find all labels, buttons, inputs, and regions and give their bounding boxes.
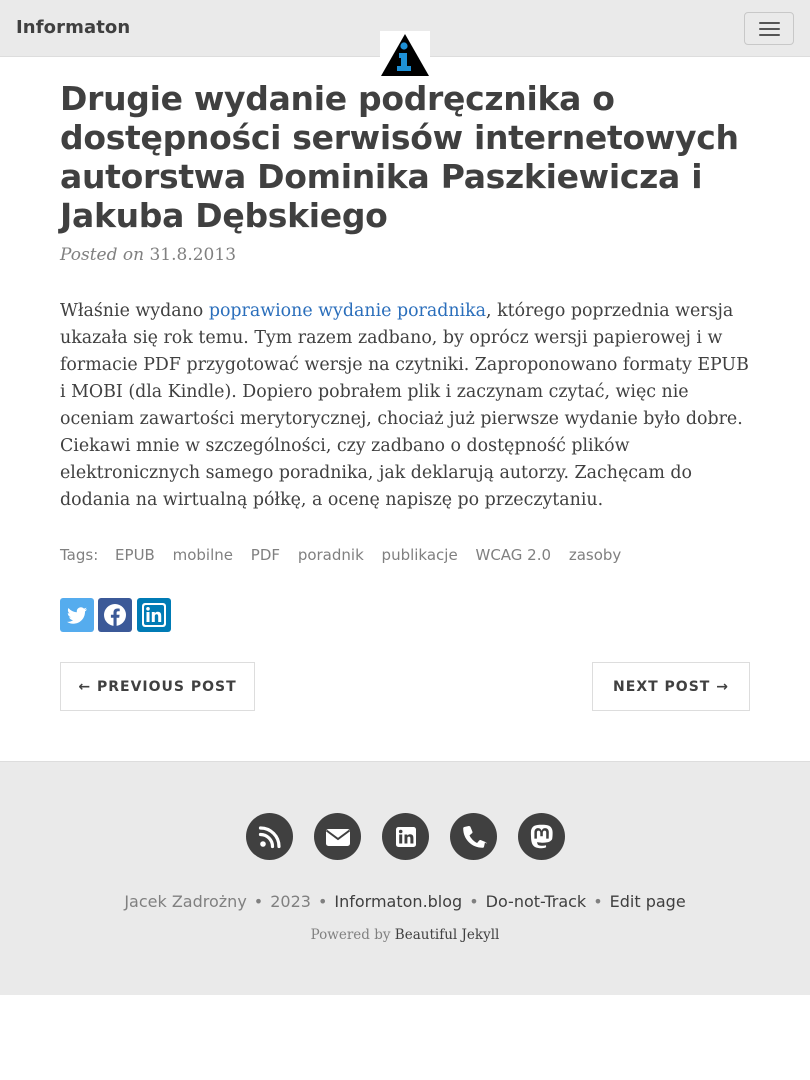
- twitter-icon: [67, 607, 87, 624]
- menu-bar: [759, 22, 780, 24]
- post-date: 31.8.2013: [149, 245, 237, 265]
- menu-bar: [759, 34, 780, 36]
- footer-phone-link[interactable]: [450, 813, 497, 860]
- footer-bullet: •: [469, 892, 479, 911]
- footer-bullet: •: [317, 892, 328, 911]
- footer-powered-by: Powered by Beautiful Jekyll: [0, 927, 810, 943]
- share-linkedin-button[interactable]: [137, 598, 171, 632]
- footer-bullet: •: [593, 892, 603, 911]
- tag-link[interactable]: poradnik: [298, 546, 364, 564]
- facebook-icon: [104, 604, 126, 626]
- next-post-button[interactable]: NEXT POST →: [592, 662, 750, 711]
- post-meta: Posted on 31.8.2013: [60, 245, 236, 265]
- envelope-icon: [325, 828, 350, 846]
- footer-linkedin-link[interactable]: [382, 813, 429, 860]
- share-facebook-button[interactable]: [98, 598, 132, 632]
- footer-rss-link[interactable]: [246, 813, 293, 860]
- tag-link[interactable]: EPUB: [115, 546, 155, 564]
- tags-label: Tags:: [60, 546, 99, 564]
- rss-icon: [258, 825, 281, 848]
- hamburger-menu-icon[interactable]: [744, 12, 794, 45]
- tag-link[interactable]: PDF: [251, 546, 280, 564]
- avatar-logo[interactable]: [380, 31, 430, 77]
- powered-by-link[interactable]: Beautiful Jekyll: [395, 927, 500, 943]
- footer-dnt-link[interactable]: Do-not-Track: [486, 892, 587, 911]
- post-body: Właśnie wydano poprawione wydanie poradn…: [60, 298, 755, 514]
- body-text-rest: , którego poprzednia wersja ukazała się …: [60, 301, 749, 510]
- footer-author: Jacek Zadrożny: [124, 892, 247, 911]
- footer-edit-page-link[interactable]: Edit page: [610, 892, 686, 911]
- post-title: Drugie wydanie podręcznika o dostępności…: [60, 79, 739, 235]
- footer-year: 2023: [270, 892, 311, 911]
- powered-by-label: Powered by: [310, 927, 391, 943]
- footer-bullet: •: [253, 892, 264, 911]
- footer-copyright: Jacek Zadrożny • 2023 • Informaton.blog • Do-n…: [0, 892, 810, 911]
- footer-email-link[interactable]: [314, 813, 361, 860]
- footer-mastodon-link[interactable]: [518, 813, 565, 860]
- tag-link[interactable]: publikacje: [382, 546, 458, 564]
- menu-bar: [759, 28, 780, 30]
- body-link[interactable]: poprawione wydanie poradnika: [209, 301, 486, 321]
- tags-list: Tags: EPUB mobilne PDF poradnik publikac…: [60, 546, 634, 564]
- tag-link[interactable]: mobilne: [173, 546, 233, 564]
- share-twitter-button[interactable]: [60, 598, 94, 632]
- footer-site-link[interactable]: Informaton.blog: [334, 892, 462, 911]
- brand-link[interactable]: Informaton: [16, 17, 130, 38]
- posted-on-label: Posted on: [60, 245, 145, 265]
- previous-post-button[interactable]: ← PREVIOUS POST: [60, 662, 255, 711]
- linkedin-icon: [142, 603, 166, 627]
- tag-link[interactable]: WCAG 2.0: [475, 546, 551, 564]
- mastodon-icon: [530, 824, 553, 848]
- tag-link[interactable]: zasoby: [569, 546, 621, 564]
- phone-icon: [462, 825, 487, 848]
- info-triangle-logo: [381, 34, 429, 76]
- linkedin-icon: [395, 826, 416, 847]
- body-text-start: Właśnie wydano: [60, 301, 209, 321]
- footer: Jacek Zadrożny • 2023 • Informaton.blog • Do-n…: [0, 761, 810, 995]
